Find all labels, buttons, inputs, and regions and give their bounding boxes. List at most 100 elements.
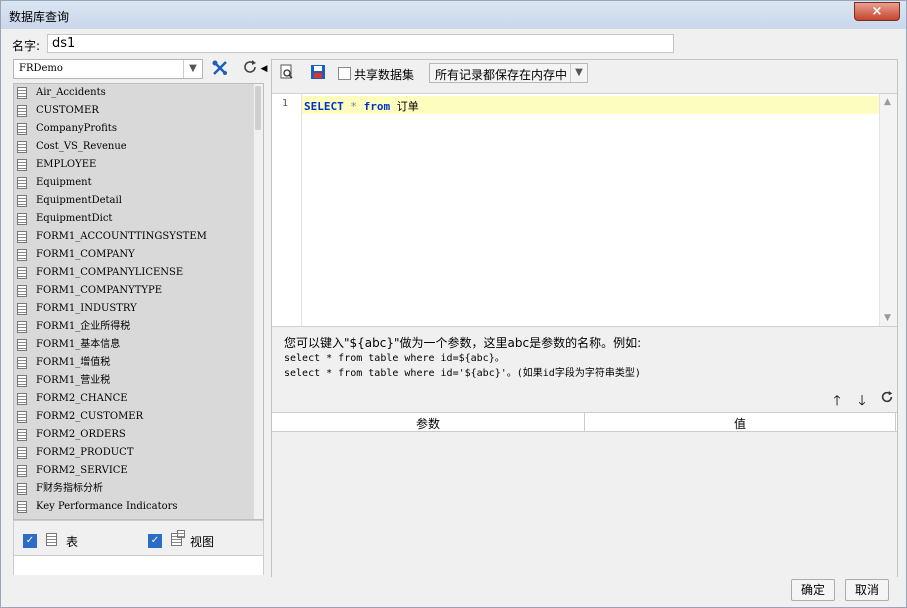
table-icon xyxy=(17,339,27,351)
save-button[interactable] xyxy=(309,64,327,82)
table-list-item[interactable]: FORM1_增值税 xyxy=(14,354,263,372)
table-list-item[interactable]: FORM1_企业所得税 xyxy=(14,318,263,336)
table-name: 订单 xyxy=(396,100,419,113)
refresh-icon xyxy=(881,390,893,403)
table-list-item-label: FORM1_企业所得税 xyxy=(36,321,131,332)
table-icon xyxy=(17,411,27,423)
table-list-item-label: EquipmentDict xyxy=(36,213,113,224)
window-title: 数据库查询 xyxy=(9,10,70,24)
preview-button[interactable] xyxy=(278,64,296,82)
table-list-item-label: FORM2_ORDERS xyxy=(36,429,126,440)
table-list-item[interactable]: CompanyProfits xyxy=(14,120,263,138)
scroll-up-icon[interactable]: ▲ xyxy=(884,97,891,107)
table-list-item[interactable]: CUSTOMER xyxy=(14,102,263,120)
ok-button[interactable]: 确定 xyxy=(791,579,835,601)
table-list-item[interactable]: EMPLOYEE xyxy=(14,156,263,174)
sql-code[interactable]: SELECT * from 订单 xyxy=(304,98,419,114)
name-input[interactable]: ds1 xyxy=(47,34,674,53)
share-dataset-label: 共享数据集 xyxy=(354,68,415,82)
sql-editor[interactable]: 1 SELECT * from 订单 ▲ ▼ xyxy=(272,93,897,327)
table-list-item[interactable]: FORM1_COMPANYTYPE xyxy=(14,282,263,300)
table-list-item-label: Cost_VS_Revenue xyxy=(36,141,127,152)
table-list-item-label: CUSTOMER xyxy=(36,105,99,116)
parameter-table: 参数 值 xyxy=(272,412,897,577)
table-icon xyxy=(17,501,27,513)
right-panel: 共享数据集 所有记录都保存在内存中 ▼ 1 SELECT * from 订单 ▲… xyxy=(271,59,898,577)
database-select[interactable]: FRDemo ▼ xyxy=(13,59,203,79)
table-list-item[interactable]: FORM2_PRODUCT xyxy=(14,444,263,462)
table-list-item[interactable]: Air_Accidents xyxy=(14,84,263,102)
keyword-from: from xyxy=(363,100,391,113)
chevron-down-icon[interactable]: ▼ xyxy=(570,64,587,82)
show-tables-checkbox[interactable]: ✓ xyxy=(23,534,37,548)
table-list-item[interactable]: FORM2_CHANCE xyxy=(14,390,263,408)
table-icon xyxy=(17,321,27,333)
table-list-item[interactable]: FORM1_基本信息 xyxy=(14,336,263,354)
table-list-scrollbar[interactable] xyxy=(253,84,263,519)
editor-scrollbar[interactable]: ▲ ▼ xyxy=(879,94,897,326)
table-list-item[interactable]: EquipmentDict xyxy=(14,210,263,228)
table-list-item[interactable]: FORM1_INDUSTRY xyxy=(14,300,263,318)
table-list-item[interactable]: FORM1_ACCOUNTTINGSYSTEM xyxy=(14,228,263,246)
table-list-item-label: Air_Accidents xyxy=(36,87,106,98)
query-toolbar: 共享数据集 所有记录都保存在内存中 ▼ xyxy=(272,60,897,86)
table-list-item-label: Equipment xyxy=(36,177,92,188)
table-list-item[interactable]: FORM2_SERVICE xyxy=(14,462,263,480)
table-list-item-label: FORM2_PRODUCT xyxy=(36,447,134,458)
chevron-down-icon[interactable]: ▼ xyxy=(183,60,202,78)
table-list-item[interactable]: Equipment xyxy=(14,174,263,192)
refresh-icon xyxy=(244,60,256,73)
table-list-item-label: FORM1_ACCOUNTTINGSYSTEM xyxy=(36,231,207,242)
table-list-item[interactable]: FORM1_COMPANY xyxy=(14,246,263,264)
connection-settings-button[interactable] xyxy=(209,59,231,79)
table-list-item-label: FORM1_营业税 xyxy=(36,375,111,386)
cancel-button[interactable]: 取消 xyxy=(845,579,889,601)
memory-mode-select[interactable]: 所有记录都保存在内存中 ▼ xyxy=(429,63,588,83)
parameter-hint: 您可以键入"${abc}"做为一个参数，这里abc是参数的名称。例如: sele… xyxy=(284,336,641,381)
left-panel: FRDemo ▼ ◀ Air_Accidents CUSTOMER CompanyP… xyxy=(13,59,268,577)
name-label: 名字: xyxy=(12,39,41,53)
table-icon xyxy=(17,357,27,369)
share-dataset-checkbox[interactable] xyxy=(338,67,351,80)
select-star: * xyxy=(350,100,357,113)
table-list: Air_Accidents CUSTOMER CompanyProfits Cost_… xyxy=(13,83,264,520)
table-list-item[interactable]: FORM2_ORDERS xyxy=(14,426,263,444)
close-button[interactable]: × xyxy=(854,2,900,21)
table-icon xyxy=(17,87,27,99)
table-list-item-label: FORM1_COMPANYTYPE xyxy=(36,285,163,296)
table-list-item[interactable]: Key Performance Indicators xyxy=(14,498,263,516)
table-icon xyxy=(17,159,27,171)
move-up-icon[interactable]: 🡑 xyxy=(829,390,845,414)
table-icon xyxy=(17,231,27,243)
table-list-item-label: Key Performance Indicators xyxy=(36,501,178,512)
table-icon xyxy=(17,249,27,261)
table-list-item[interactable]: FORM1_营业税 xyxy=(14,372,263,390)
table-icon xyxy=(17,429,27,441)
refresh-tables-button[interactable] xyxy=(239,59,261,79)
table-list-item[interactable]: Cost_VS_Revenue xyxy=(14,138,263,156)
database-select-value: FRDemo xyxy=(19,63,63,74)
table-search-input[interactable] xyxy=(14,555,263,575)
collapse-arrow-icon[interactable]: ◀ xyxy=(260,59,268,79)
scrollbar-thumb[interactable] xyxy=(255,86,261,130)
move-down-icon[interactable]: 🡓 xyxy=(854,390,870,414)
table-icon xyxy=(46,533,57,546)
refresh-params-button[interactable] xyxy=(879,390,895,408)
table-list-item-label: FORM1_基本信息 xyxy=(36,339,121,350)
table-list-item[interactable]: FORM1_COMPANYLICENSE xyxy=(14,264,263,282)
table-icon xyxy=(17,303,27,315)
table-list-item-label: FORM1_INDUSTRY xyxy=(36,303,137,314)
table-list-item-label: FORM2_CHANCE xyxy=(36,393,128,404)
show-views-checkbox[interactable]: ✓ xyxy=(148,534,162,548)
scroll-down-icon[interactable]: ▼ xyxy=(884,313,891,323)
table-icon xyxy=(17,447,27,459)
table-list-item[interactable]: F财务指标分析 xyxy=(14,480,263,498)
name-row: 名字: ds1 xyxy=(1,31,906,57)
line-gutter: 1 xyxy=(272,94,302,326)
hint-line-2: select * from table where id=${abc}。 xyxy=(284,353,505,364)
table-icon xyxy=(17,285,27,297)
table-list-item[interactable]: EquipmentDetail xyxy=(14,192,263,210)
table-list-item[interactable]: FORM2_CUSTOMER xyxy=(14,408,263,426)
table-icon xyxy=(17,105,27,117)
table-filter-area: ✓ 表 ✓ 视图 xyxy=(13,520,264,575)
